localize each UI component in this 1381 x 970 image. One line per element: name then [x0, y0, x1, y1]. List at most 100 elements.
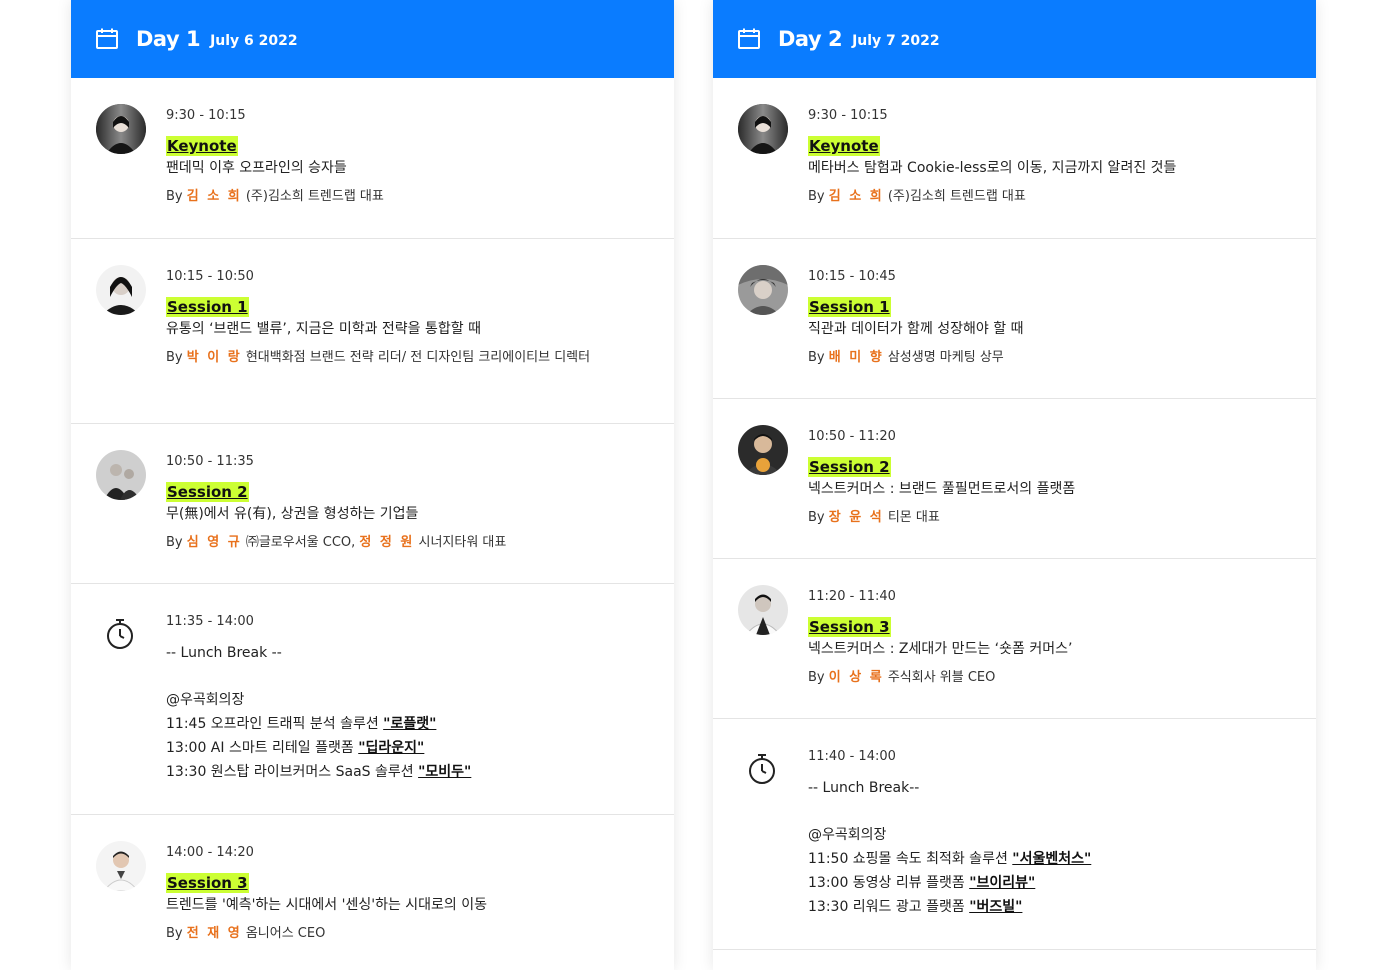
speaker-role: 주식회사 위블 CEO [883, 670, 996, 685]
demo-text: 13:30 원스탑 라이브커머스 SaaS 솔루션 [166, 764, 419, 780]
session-tag-link[interactable]: Session 1 [808, 297, 891, 317]
agenda-page: Day 1 July 6 2022 9:30 - 10:15 Keynote 팬… [0, 0, 1381, 970]
session-time: 9:30 - 10:15 [808, 108, 888, 123]
session-time: 14:00 - 14:20 [166, 845, 254, 860]
speaker-avatar [738, 104, 788, 154]
session-item: 9:30 - 10:15 Keynote 팬데믹 이후 오프라인의 승자들 By… [71, 78, 674, 239]
speaker-avatar [738, 265, 788, 315]
speaker-role: (주)김소희 트렌드랩 대표 [241, 189, 384, 204]
session-title: 넥스트커머스 : 브랜드 풀필먼트로서의 플랫폼 [808, 481, 1076, 497]
session-item: 10:50 - 11:20 Session 2 넥스트커머스 : 브랜드 풀필먼… [713, 399, 1316, 559]
session-time: 10:15 - 10:45 [808, 269, 896, 284]
break-title: -- Lunch Break-- [808, 780, 920, 796]
speaker-line: By 장 윤 석 티몬 대표 [808, 505, 1296, 530]
demo-item: 13:00 AI 스마트 리테일 플랫폼 "딥라운지" [166, 736, 654, 760]
demo-item: 13:30 원스탑 라이브커머스 SaaS 솔루션 "모비두" [166, 760, 654, 784]
day-date: July 7 2022 [852, 32, 940, 49]
demo-link[interactable]: "버즈빌" [969, 899, 1022, 915]
speaker-role: 삼성생명 마케팅 상무 [883, 350, 1004, 365]
break-title: -- Lunch Break -- [166, 645, 282, 661]
session-title: 유통의 ‘브랜드 밸류’, 지금은 미학과 전략을 통합할 때 [166, 321, 481, 337]
session-title: 직관과 데이터가 함께 성장해야 할 때 [808, 321, 1024, 337]
session-time: 9:30 - 10:15 [166, 108, 246, 123]
by-label: By [808, 510, 825, 525]
stopwatch-icon [105, 617, 135, 651]
speaker-name: 전 재 영 [186, 926, 242, 941]
session-title: 넥스트커머스 : Z세대가 만드는 ‘숏폼 커머스’ [808, 641, 1073, 657]
session-item: 11:20 - 11:40 Session 3 넥스트커머스 : Z세대가 만드… [713, 559, 1316, 719]
demo-link[interactable]: "모비두" [418, 764, 471, 780]
session-tag-link[interactable]: Session 3 [166, 873, 249, 893]
session-tag-link[interactable]: Keynote [808, 136, 880, 156]
session-item: 14:00 - 14:20 Session 3 트렌드를 '예측'하는 시대에서… [71, 815, 674, 970]
demo-link[interactable]: "브이리뷰" [969, 875, 1035, 891]
speaker-role: 현대백화점 브랜드 전략 리더/ 전 디자인팀 크리에이티브 디렉터 [241, 350, 591, 365]
speaker-name: 김 소 희 [186, 189, 242, 204]
speaker-name: 장 윤 석 [828, 510, 884, 525]
session-tag-link[interactable]: Keynote [166, 136, 238, 156]
speaker-avatar [96, 104, 146, 154]
session-time: 11:35 - 14:00 [166, 614, 254, 629]
demo-text: 11:45 오프라인 트래픽 분석 솔루션 [166, 716, 384, 732]
speaker-role: (주)김소희 트렌드랩 대표 [883, 189, 1026, 204]
day1-header: Day 1 July 6 2022 [71, 0, 674, 78]
demo-text: 13:00 동영상 리뷰 플랫폼 [808, 875, 970, 891]
calendar-icon [95, 27, 119, 51]
session-tag-link[interactable]: Session 2 [808, 457, 891, 477]
speaker-line: By 김 소 희 (주)김소희 트렌드랩 대표 [808, 184, 1296, 209]
break-item: 11:40 - 14:00 -- Lunch Break-- @우곡회의장 11… [713, 719, 1316, 950]
speaker-role: ㈜글로우서울 CCO, [241, 535, 360, 550]
speaker-avatar [96, 265, 146, 315]
speaker-role: 옴니어스 CEO [241, 926, 326, 941]
session-time: 11:40 - 14:00 [808, 749, 896, 764]
by-label: By [808, 189, 825, 204]
demo-link[interactable]: "서울벤처스" [1012, 851, 1091, 867]
speaker-line: By 김 소 희 (주)김소희 트렌드랩 대표 [166, 184, 654, 209]
venue-label: @우곡회의장 [808, 827, 887, 843]
speaker-name: 심 영 규 [186, 535, 242, 550]
speaker-name: 이 상 록 [828, 670, 884, 685]
demo-item: 13:30 리워드 광고 플랫폼 "버즈빌" [808, 895, 1296, 919]
speaker-avatar [96, 450, 146, 500]
session-item: 9:30 - 10:15 Keynote 메타버스 탐험과 Cookie-les… [713, 78, 1316, 239]
session-title: 팬데믹 이후 오프라인의 승자들 [166, 160, 347, 176]
speaker-role: 티몬 대표 [883, 510, 940, 525]
session-title: 무(無)에서 유(有), 상권을 형성하는 기업들 [166, 506, 419, 522]
demo-item: 11:50 쇼핑몰 속도 최적화 솔루션 "서울벤처스" [808, 847, 1296, 871]
by-label: By [166, 350, 183, 365]
speaker-name: 정 정 원 [359, 535, 415, 550]
day-label: Day 1 [136, 27, 201, 51]
speaker-name: 박 이 랑 [186, 350, 242, 365]
day-date: July 6 2022 [210, 32, 298, 49]
day-label: Day 2 [778, 27, 843, 51]
session-tag-link[interactable]: Session 3 [808, 617, 891, 637]
session-tag-link[interactable]: Session 2 [166, 482, 249, 502]
break-details: @우곡회의장 11:50 쇼핑몰 속도 최적화 솔루션 "서울벤처스" 13:0… [808, 823, 1296, 919]
demo-text: 11:50 쇼핑몰 속도 최적화 솔루션 [808, 851, 1013, 867]
day2-column: Day 2 July 7 2022 9:30 - 10:15 Keynote 메… [713, 0, 1316, 970]
demo-link[interactable]: "딥라운지" [358, 740, 424, 756]
by-label: By [808, 350, 825, 365]
session-tag-link[interactable]: Session 1 [166, 297, 249, 317]
session-title: 트렌드를 '예측'하는 시대에서 '센싱'하는 시대로의 이동 [166, 897, 488, 913]
session-item: 10:15 - 10:50 Session 1 유통의 ‘브랜드 밸류’, 지금… [71, 239, 674, 424]
speaker-avatar [96, 841, 146, 891]
calendar-icon [737, 27, 761, 51]
speaker-line: By 심 영 규 ㈜글로우서울 CCO, 정 정 원 시너지타워 대표 [166, 530, 654, 555]
demo-item: 11:45 오프라인 트래픽 분석 솔루션 "로플랫" [166, 712, 654, 736]
break-item: 11:35 - 14:00 -- Lunch Break -- @우곡회의장 1… [71, 584, 674, 815]
speaker-name: 김 소 희 [828, 189, 884, 204]
demo-link[interactable]: "로플랫" [383, 716, 436, 732]
by-label: By [808, 670, 825, 685]
speaker-line: By 배 미 향 삼성생명 마케팅 상무 [808, 345, 1296, 370]
session-item: 10:50 - 11:35 Session 2 무(無)에서 유(有), 상권을… [71, 424, 674, 584]
by-label: By [166, 926, 183, 941]
venue-label: @우곡회의장 [166, 692, 245, 708]
by-label: By [166, 535, 183, 550]
by-label: By [166, 189, 183, 204]
demo-text: 13:30 리워드 광고 플랫폼 [808, 899, 970, 915]
break-details: @우곡회의장 11:45 오프라인 트래픽 분석 솔루션 "로플랫" 13:00… [166, 688, 654, 784]
stopwatch-icon [747, 752, 777, 786]
session-time: 10:15 - 10:50 [166, 269, 254, 284]
speaker-line: By 박 이 랑 현대백화점 브랜드 전략 리더/ 전 디자인팀 크리에이티브 … [166, 345, 654, 370]
